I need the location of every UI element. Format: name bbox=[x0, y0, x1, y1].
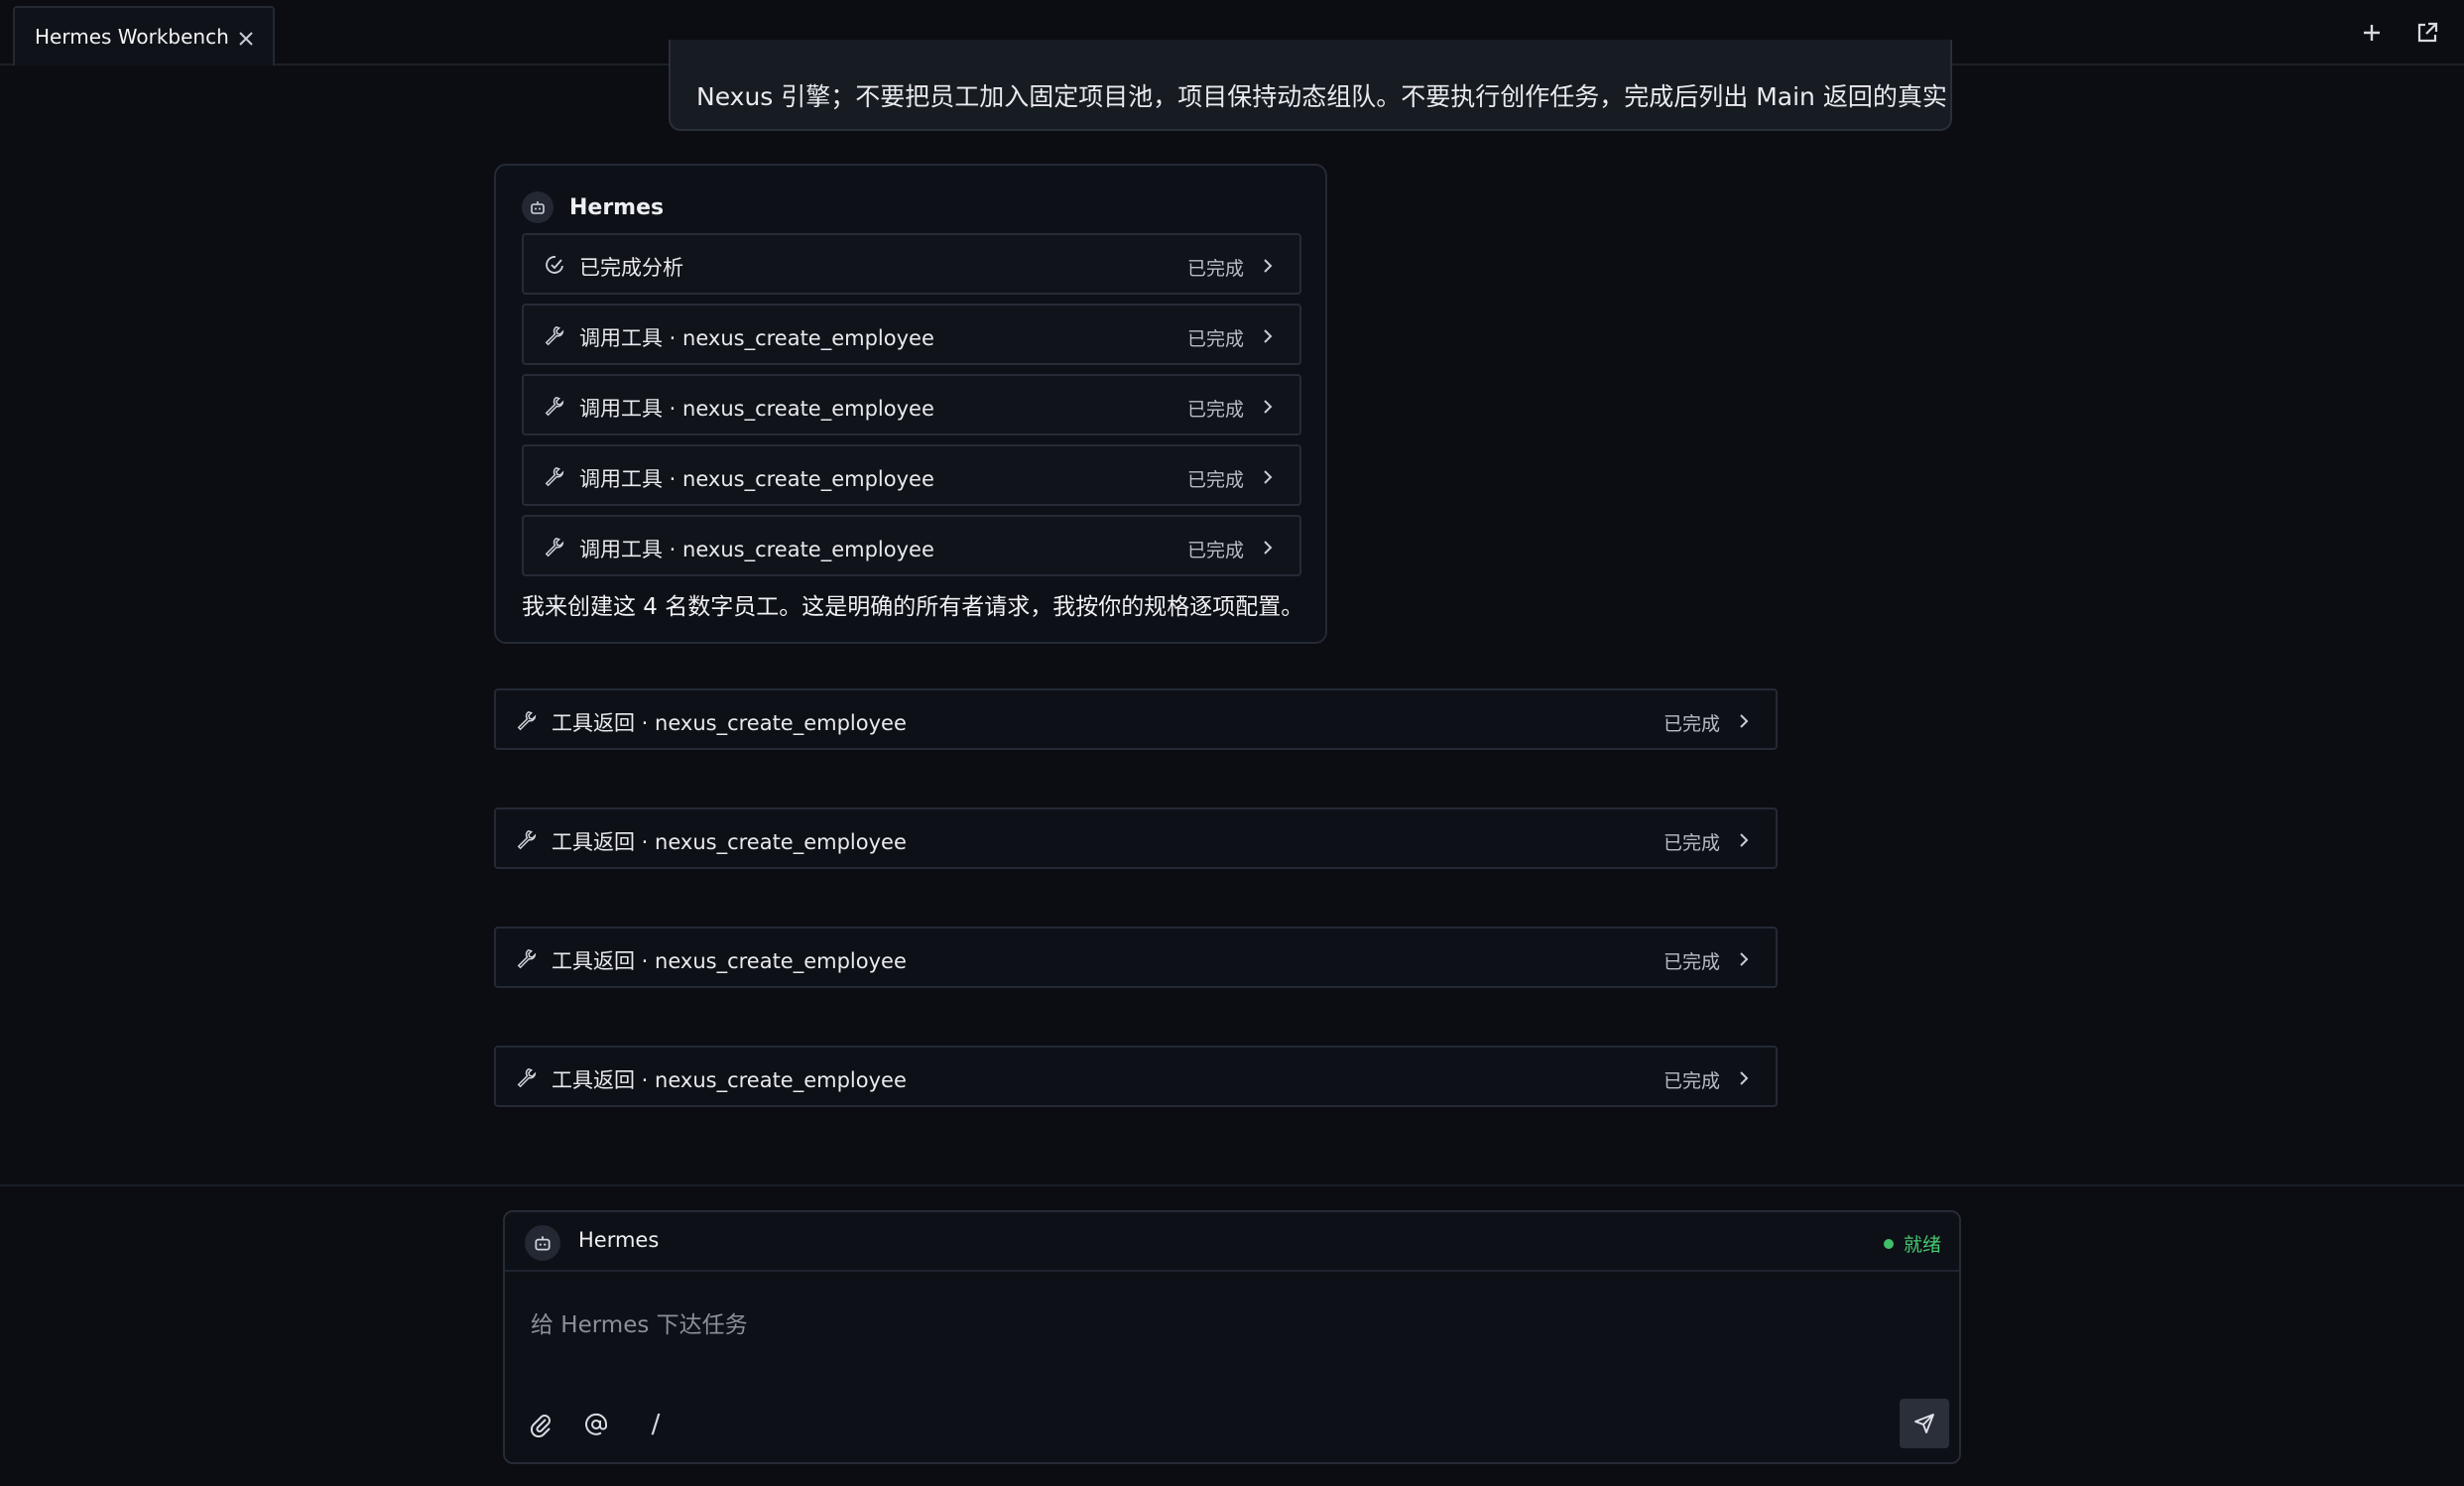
send-button[interactable] bbox=[1900, 1399, 1949, 1448]
step-status: 已完成 bbox=[1186, 328, 1244, 350]
wrench-icon bbox=[545, 466, 564, 487]
analysis-icon bbox=[546, 256, 563, 274]
task-input[interactable] bbox=[531, 1296, 1919, 1355]
status-dot-icon bbox=[1883, 1238, 1894, 1249]
tab-hermes-workbench[interactable]: Hermes Workbench bbox=[13, 6, 275, 65]
slash-label: / bbox=[651, 1410, 661, 1439]
wrench-icon bbox=[517, 829, 537, 850]
tool-result-row[interactable]: 工具返回 · nexus_create_employee 已完成 bbox=[494, 807, 1778, 869]
status-badge: 就绪 bbox=[1883, 1230, 1941, 1257]
step-status: 已完成 bbox=[1186, 469, 1244, 491]
paperclip-icon bbox=[530, 1415, 551, 1437]
chevron-right-icon bbox=[1740, 714, 1749, 728]
wrench-icon bbox=[545, 537, 564, 557]
bot-icon bbox=[522, 191, 554, 223]
chevron-right-icon bbox=[1264, 400, 1273, 414]
tool-result-status: 已完成 bbox=[1663, 1070, 1720, 1092]
tool-result-label: 工具返回 · nexus_create_employee bbox=[552, 1068, 907, 1092]
chevron-right-icon bbox=[1264, 541, 1273, 555]
chevron-right-icon bbox=[1264, 259, 1273, 273]
step-label: 已完成分析 bbox=[579, 256, 683, 280]
step-label: 调用工具 · nexus_create_employee bbox=[579, 326, 934, 350]
composer: Hermes 就绪 / bbox=[503, 1210, 1961, 1464]
tab-title: Hermes Workbench bbox=[35, 25, 229, 49]
wrench-icon bbox=[545, 396, 564, 417]
bot-icon bbox=[525, 1225, 560, 1261]
tool-result-row[interactable]: 工具返回 · nexus_create_employee 已完成 bbox=[494, 688, 1778, 750]
external-link-icon[interactable] bbox=[2414, 20, 2440, 46]
tool-result-status: 已完成 bbox=[1663, 832, 1720, 854]
assistant-name: Hermes bbox=[569, 194, 665, 220]
plus-icon[interactable] bbox=[2359, 20, 2385, 46]
slash-command-button[interactable]: / bbox=[640, 1409, 672, 1440]
step-label: 调用工具 · nexus_create_employee bbox=[579, 397, 934, 421]
step-label: 调用工具 · nexus_create_employee bbox=[579, 467, 934, 491]
step-row-tool-call[interactable]: 调用工具 · nexus_create_employee 已完成 bbox=[522, 515, 1301, 576]
close-icon[interactable] bbox=[237, 30, 255, 48]
step-row-tool-call[interactable]: 调用工具 · nexus_create_employee 已完成 bbox=[522, 374, 1301, 435]
assistant-card: Hermes 已完成分析 已完成 调用工具 · nexus_create_emp… bbox=[494, 164, 1327, 644]
composer-divider bbox=[0, 1184, 2464, 1186]
step-status: 已完成 bbox=[1186, 540, 1244, 561]
tool-result-label: 工具返回 · nexus_create_employee bbox=[552, 949, 907, 973]
tool-result-row[interactable]: 工具返回 · nexus_create_employee 已完成 bbox=[494, 927, 1778, 988]
step-label: 调用工具 · nexus_create_employee bbox=[579, 538, 934, 561]
step-status: 已完成 bbox=[1186, 258, 1244, 280]
tool-result-label: 工具返回 · nexus_create_employee bbox=[552, 830, 907, 854]
attach-button[interactable] bbox=[525, 1409, 556, 1440]
tool-result-row[interactable]: 工具返回 · nexus_create_employee 已完成 bbox=[494, 1046, 1778, 1107]
mention-button[interactable] bbox=[580, 1409, 612, 1440]
composer-agent-name: Hermes bbox=[578, 1228, 660, 1252]
send-icon bbox=[1914, 1414, 1934, 1433]
composer-header: Hermes 就绪 bbox=[505, 1212, 1959, 1272]
chevron-right-icon bbox=[1740, 1071, 1749, 1085]
status-text: 就绪 bbox=[1903, 1234, 1941, 1256]
step-row-analysis[interactable]: 已完成分析 已完成 bbox=[522, 233, 1301, 295]
user-message-bubble: Nexus 引擎；不要把员工加入固定项目池，项目保持动态组队。不要执行创作任务，… bbox=[669, 40, 1952, 131]
wrench-icon bbox=[517, 1067, 537, 1088]
chevron-right-icon bbox=[1264, 470, 1273, 484]
wrench-icon bbox=[517, 710, 537, 731]
chevron-right-icon bbox=[1264, 329, 1273, 343]
chevron-right-icon bbox=[1740, 833, 1749, 847]
step-row-tool-call[interactable]: 调用工具 · nexus_create_employee 已完成 bbox=[522, 444, 1301, 506]
wrench-icon bbox=[517, 948, 537, 969]
step-row-tool-call[interactable]: 调用工具 · nexus_create_employee 已完成 bbox=[522, 304, 1301, 365]
tool-result-status: 已完成 bbox=[1663, 951, 1720, 973]
assistant-message: 我来创建这 4 名数字员工。这是明确的所有者请求，我按你的规格逐项配置。 bbox=[522, 594, 1304, 620]
wrench-icon bbox=[545, 325, 564, 346]
tool-result-status: 已完成 bbox=[1663, 713, 1720, 735]
tool-result-label: 工具返回 · nexus_create_employee bbox=[552, 711, 907, 735]
user-message-line: Nexus 引擎；不要把员工加入固定项目池，项目保持动态组队。不要执行创作任务，… bbox=[696, 82, 1952, 111]
at-sign-icon bbox=[585, 1413, 608, 1435]
assistant-header: Hermes bbox=[522, 189, 664, 225]
chevron-right-icon bbox=[1740, 952, 1749, 966]
step-status: 已完成 bbox=[1186, 399, 1244, 421]
